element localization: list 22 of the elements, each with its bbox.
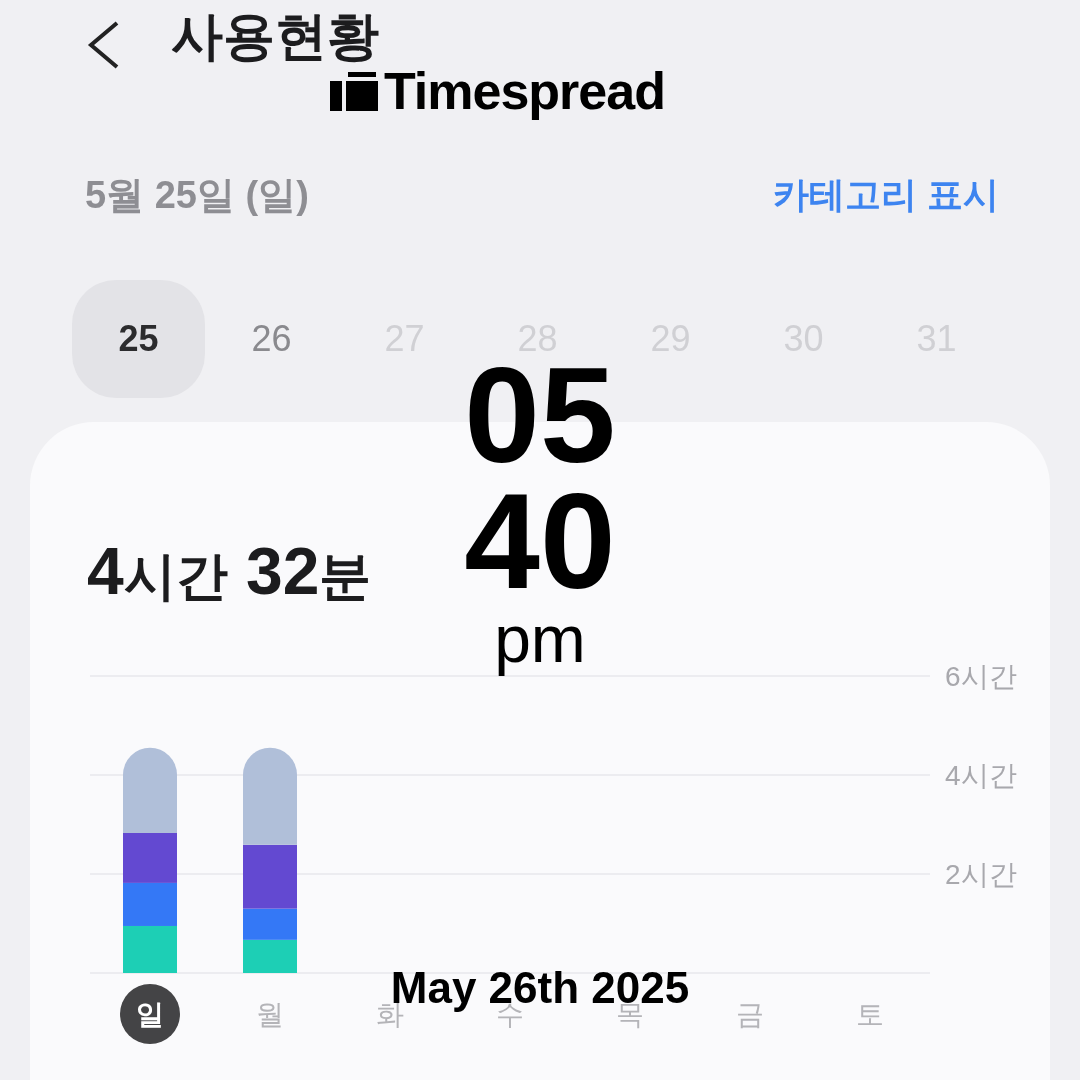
date-label: 5월 25일 (일)	[85, 172, 309, 218]
category-link[interactable]: 카테고리 표시	[773, 168, 999, 222]
time-hour: 05	[464, 352, 616, 478]
logo-icon	[330, 71, 378, 111]
day-label[interactable]: 일	[136, 999, 164, 1030]
axis-label: 4시간	[945, 760, 1017, 791]
page-title: 사용현황	[171, 10, 379, 62]
bar-segment	[123, 926, 177, 973]
bar-segment	[123, 882, 177, 926]
day-label[interactable]: 금	[736, 999, 764, 1030]
bar-segment	[243, 939, 297, 973]
date-chip[interactable]: 26	[205, 280, 338, 398]
day-label[interactable]: 토	[856, 999, 884, 1030]
axis-label: 2시간	[945, 859, 1017, 890]
day-label[interactable]: 월	[256, 999, 284, 1030]
total-usage: 4시간 32분	[87, 533, 372, 610]
time-meridiem: pm	[494, 604, 586, 674]
axis-label: 6시간	[945, 661, 1017, 692]
date-chip[interactable]: 25	[72, 280, 205, 398]
time-minute: 40	[464, 478, 616, 604]
logo-text: Timespread	[384, 61, 665, 122]
back-icon[interactable]	[85, 20, 121, 70]
